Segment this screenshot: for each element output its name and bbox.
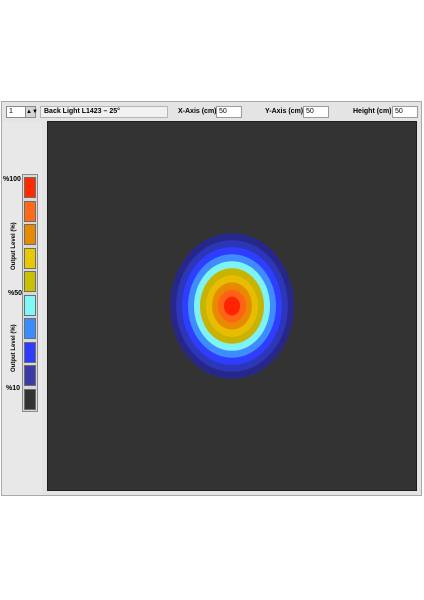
y-axis-input[interactable]: 50 [303,106,329,118]
color-scale-legend [22,174,38,412]
height-label: Height (cm) [353,108,392,115]
scale-label-10: %10 [6,385,21,392]
color-scale-panel: %100 %50 %10 Output Level (%) Output Lev… [2,122,42,495]
product-title-field[interactable]: Back Light L1423 – 25° [40,106,168,118]
light-distribution-chart [170,233,294,379]
scale-swatch-5 [24,271,36,292]
scale-swatch-6 [24,294,36,316]
scale-swatch-4 [24,247,36,269]
light-distribution-plot [47,121,417,491]
output-level-title-lower: Output Level (%) [11,324,17,372]
scale-swatch-10 [24,388,36,410]
scale-label-100: %100 [3,176,21,183]
spinner-arrows-icon[interactable]: ▲▼ [25,107,38,117]
scale-swatch-2 [24,200,36,222]
x-axis-input[interactable]: 50 [216,106,242,118]
intensity-ring-100 [223,296,241,316]
height-input[interactable]: 50 [392,106,418,118]
scale-swatch-7 [24,318,36,339]
scale-label-50: %50 [8,290,23,297]
output-level-title-upper: Output Level (%) [11,222,17,270]
x-axis-label: X-Axis (cm) [178,108,217,115]
y-axis-label: Y-Axis (cm) [265,108,304,115]
scale-swatch-8 [24,341,36,363]
scale-swatch-9 [24,365,36,386]
index-spinner[interactable]: 1 ▲▼ [6,106,38,118]
scale-swatch-3 [24,224,36,245]
app-window: 1 ▲▼ Back Light L1423 – 25° X-Axis (cm) … [1,101,422,496]
toolbar: 1 ▲▼ Back Light L1423 – 25° X-Axis (cm) … [2,102,421,122]
scale-swatch-1 [24,177,36,198]
index-value: 1 [9,108,13,115]
